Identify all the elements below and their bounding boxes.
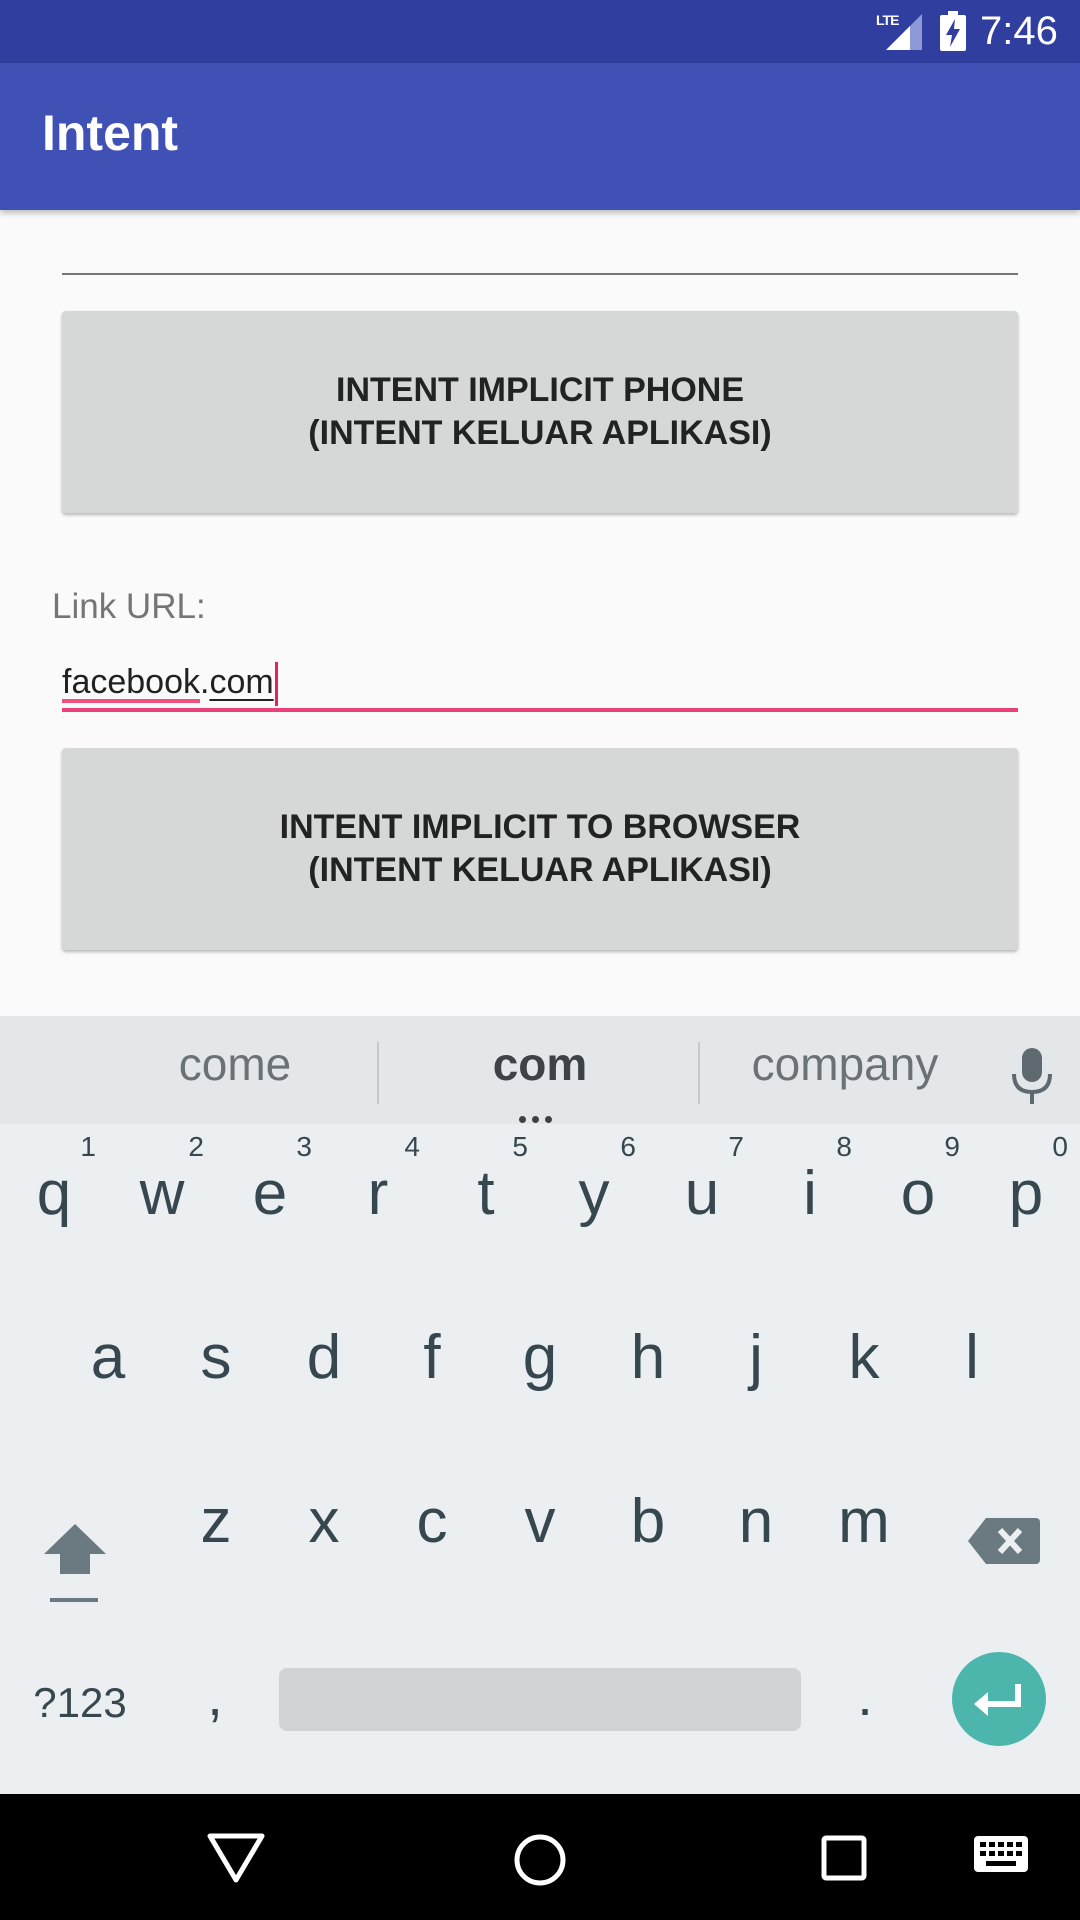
- key-h[interactable]: h: [594, 1292, 702, 1412]
- button-label-line1: INTENT IMPLICIT PHONE: [336, 371, 744, 409]
- soft-keyboard: come com company 1q2w3e4r5t6y7u8i9o0p as…: [0, 1016, 1080, 1794]
- key-character: k: [848, 1323, 880, 1392]
- suggestion-come[interactable]: come: [100, 1034, 370, 1094]
- key-s[interactable]: s: [162, 1292, 270, 1412]
- toolbar-title: Intent: [42, 105, 179, 161]
- more-suggestions-dots[interactable]: [519, 1110, 561, 1123]
- key-character: f: [423, 1323, 441, 1392]
- key-k[interactable]: k: [810, 1292, 918, 1412]
- backspace-icon[interactable]: [966, 1506, 1042, 1576]
- clock: 7:46: [980, 9, 1058, 53]
- shift-icon[interactable]: [30, 1494, 120, 1604]
- key-character: r: [367, 1159, 389, 1228]
- key-character: o: [900, 1159, 936, 1228]
- key-d[interactable]: d: [270, 1292, 378, 1412]
- back-icon[interactable]: [206, 1832, 266, 1884]
- period-key[interactable]: .: [820, 1656, 910, 1736]
- key-character: z: [200, 1487, 232, 1556]
- composing-word: com: [209, 663, 274, 701]
- key-character: v: [524, 1487, 556, 1556]
- key-character: c: [416, 1487, 448, 1556]
- url-input-underline: [62, 708, 1018, 712]
- app-toolbar: Intent: [0, 63, 1080, 210]
- button-label-line2: (INTENT KELUAR APLIKASI): [308, 851, 772, 889]
- key-character: g: [522, 1323, 558, 1392]
- key-character: d: [306, 1323, 342, 1392]
- key-c[interactable]: c: [378, 1456, 486, 1576]
- key-character: u: [684, 1159, 720, 1228]
- key-x[interactable]: x: [270, 1456, 378, 1576]
- microphone-icon[interactable]: [1008, 1044, 1056, 1108]
- key-y[interactable]: 6y: [540, 1128, 648, 1248]
- key-character: e: [252, 1159, 288, 1228]
- suggestion-com[interactable]: com: [380, 1034, 700, 1094]
- text-cursor: [274, 662, 278, 707]
- url-input[interactable]: facebook.com: [62, 655, 1018, 715]
- key-v[interactable]: v: [486, 1456, 594, 1576]
- key-character: l: [965, 1323, 979, 1392]
- key-character: x: [308, 1487, 340, 1556]
- key-f[interactable]: f: [378, 1292, 486, 1412]
- key-character: y: [578, 1159, 610, 1228]
- key-z[interactable]: z: [162, 1456, 270, 1576]
- key-u[interactable]: 7u: [648, 1128, 756, 1248]
- key-character: q: [36, 1159, 72, 1228]
- enter-arrow-icon: [974, 1684, 1021, 1716]
- key-character: n: [738, 1487, 774, 1556]
- key-character: w: [139, 1159, 185, 1228]
- key-p[interactable]: 0p: [972, 1128, 1080, 1248]
- key-character: h: [630, 1323, 666, 1392]
- key-e[interactable]: 3e: [216, 1128, 324, 1248]
- space-bar[interactable]: [279, 1668, 801, 1731]
- key-l[interactable]: l: [918, 1292, 1026, 1412]
- key-r[interactable]: 4r: [324, 1128, 432, 1248]
- edit-text-underline[interactable]: [62, 273, 1018, 275]
- enter-key[interactable]: [952, 1652, 1046, 1746]
- suggestion-strip: come com company: [0, 1016, 1080, 1124]
- symbols-key[interactable]: ?123: [20, 1668, 140, 1738]
- url-input-value[interactable]: facebook.com: [62, 659, 278, 707]
- key-o[interactable]: 9o: [864, 1128, 972, 1248]
- key-q[interactable]: 1q: [0, 1128, 108, 1248]
- button-label-line2: (INTENT KELUAR APLIKASI): [308, 414, 772, 452]
- network-type-label: LTE: [876, 12, 899, 28]
- intent-implicit-browser-button[interactable]: INTENT IMPLICIT TO BROWSER (INTENT KELUA…: [62, 748, 1018, 950]
- key-character: t: [477, 1159, 495, 1228]
- key-character: m: [838, 1487, 890, 1556]
- key-character: s: [200, 1323, 232, 1392]
- key-character: i: [803, 1159, 817, 1228]
- key-character: p: [1008, 1159, 1044, 1228]
- comma-key[interactable]: ,: [170, 1656, 260, 1736]
- key-n[interactable]: n: [702, 1456, 810, 1576]
- button-label-line1: INTENT IMPLICIT TO BROWSER: [279, 808, 801, 846]
- misspelled-word: facebook: [62, 663, 200, 701]
- key-character: a: [90, 1323, 126, 1392]
- status-bar: LTE 7:46: [0, 0, 1080, 63]
- battery-charging-icon: [940, 11, 966, 51]
- keyboard-switch-icon[interactable]: [972, 1834, 1030, 1880]
- key-a[interactable]: a: [54, 1292, 162, 1412]
- key-w[interactable]: 2w: [108, 1128, 216, 1248]
- key-j[interactable]: j: [702, 1292, 810, 1412]
- key-t[interactable]: 5t: [432, 1128, 540, 1248]
- key-character: j: [749, 1323, 763, 1392]
- link-url-label: Link URL:: [52, 587, 206, 626]
- suggestion-company[interactable]: company: [700, 1034, 990, 1094]
- home-icon[interactable]: [512, 1832, 568, 1888]
- key-character: b: [630, 1487, 666, 1556]
- key-i[interactable]: 8i: [756, 1128, 864, 1248]
- intent-implicit-phone-button[interactable]: INTENT IMPLICIT PHONE (INTENT KELUAR APL…: [62, 311, 1018, 513]
- suggestion-divider: [377, 1042, 379, 1104]
- key-m[interactable]: m: [810, 1456, 918, 1576]
- key-b[interactable]: b: [594, 1456, 702, 1576]
- key-g[interactable]: g: [486, 1292, 594, 1412]
- recent-apps-icon[interactable]: [820, 1834, 868, 1882]
